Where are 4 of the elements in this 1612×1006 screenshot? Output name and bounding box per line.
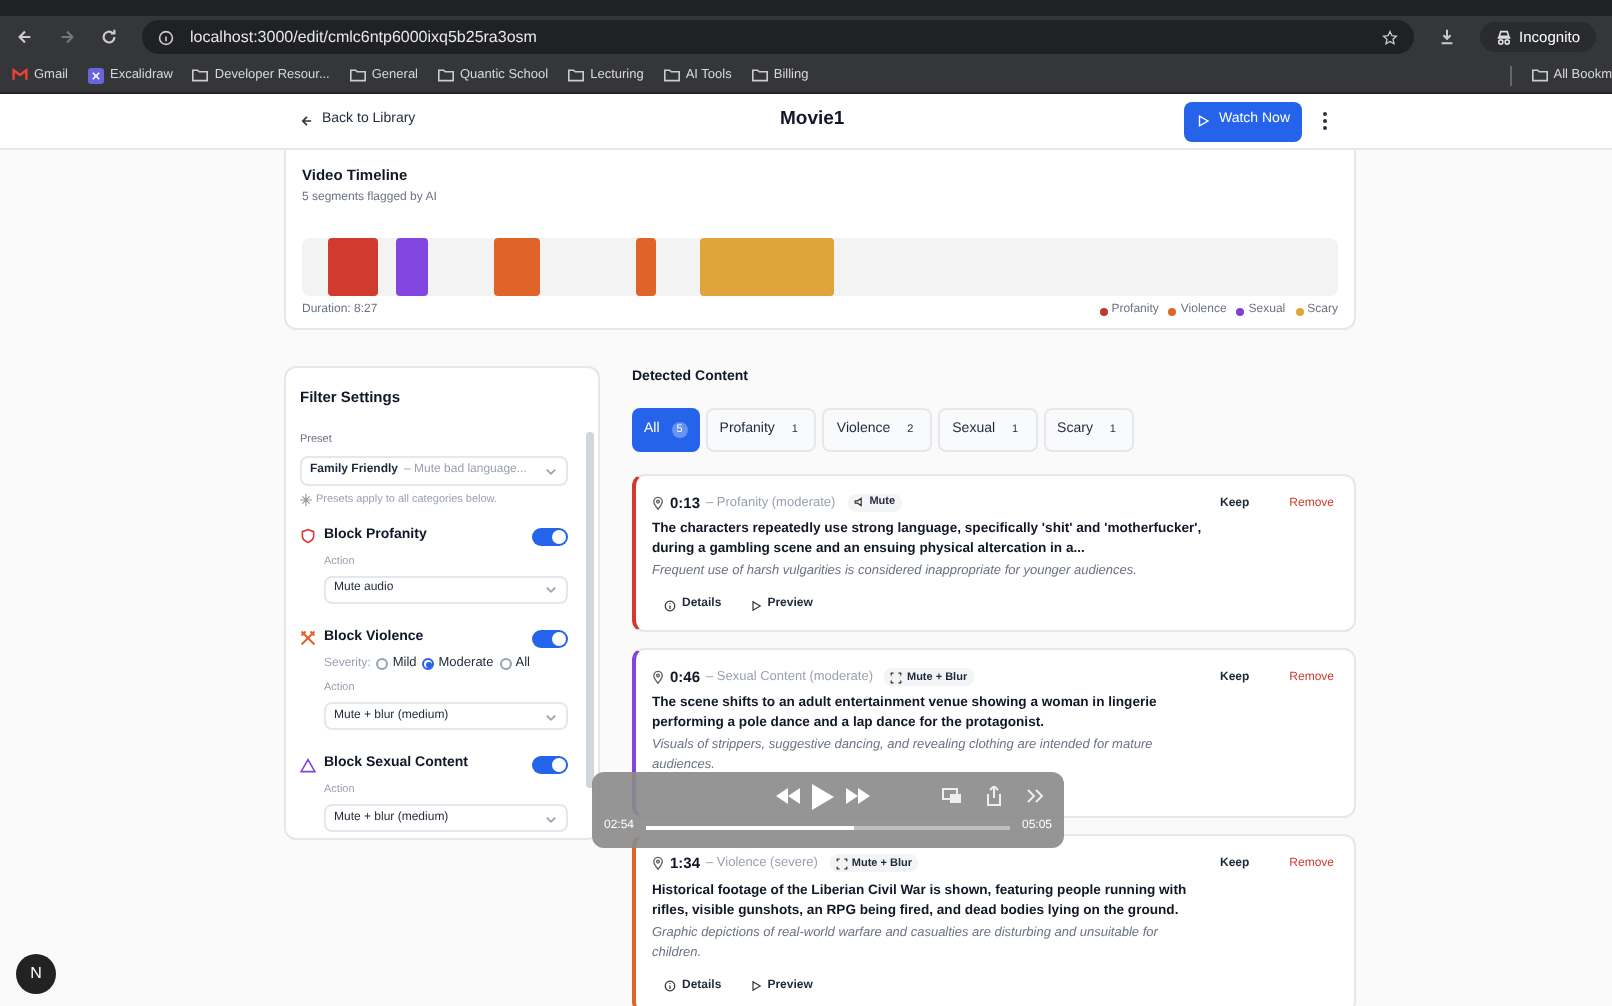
address-bar[interactable]: localhost:3000/edit/cmlc6ntp6000ixq5b25ra3osm xyxy=(142,20,1414,54)
url-text: localhost:3000/edit/cmlc6ntp6000ixq5b25ra3osm xyxy=(190,25,539,49)
dev-tools-badge[interactable]: N xyxy=(16,954,56,994)
page-title: Movie1 xyxy=(780,106,845,135)
